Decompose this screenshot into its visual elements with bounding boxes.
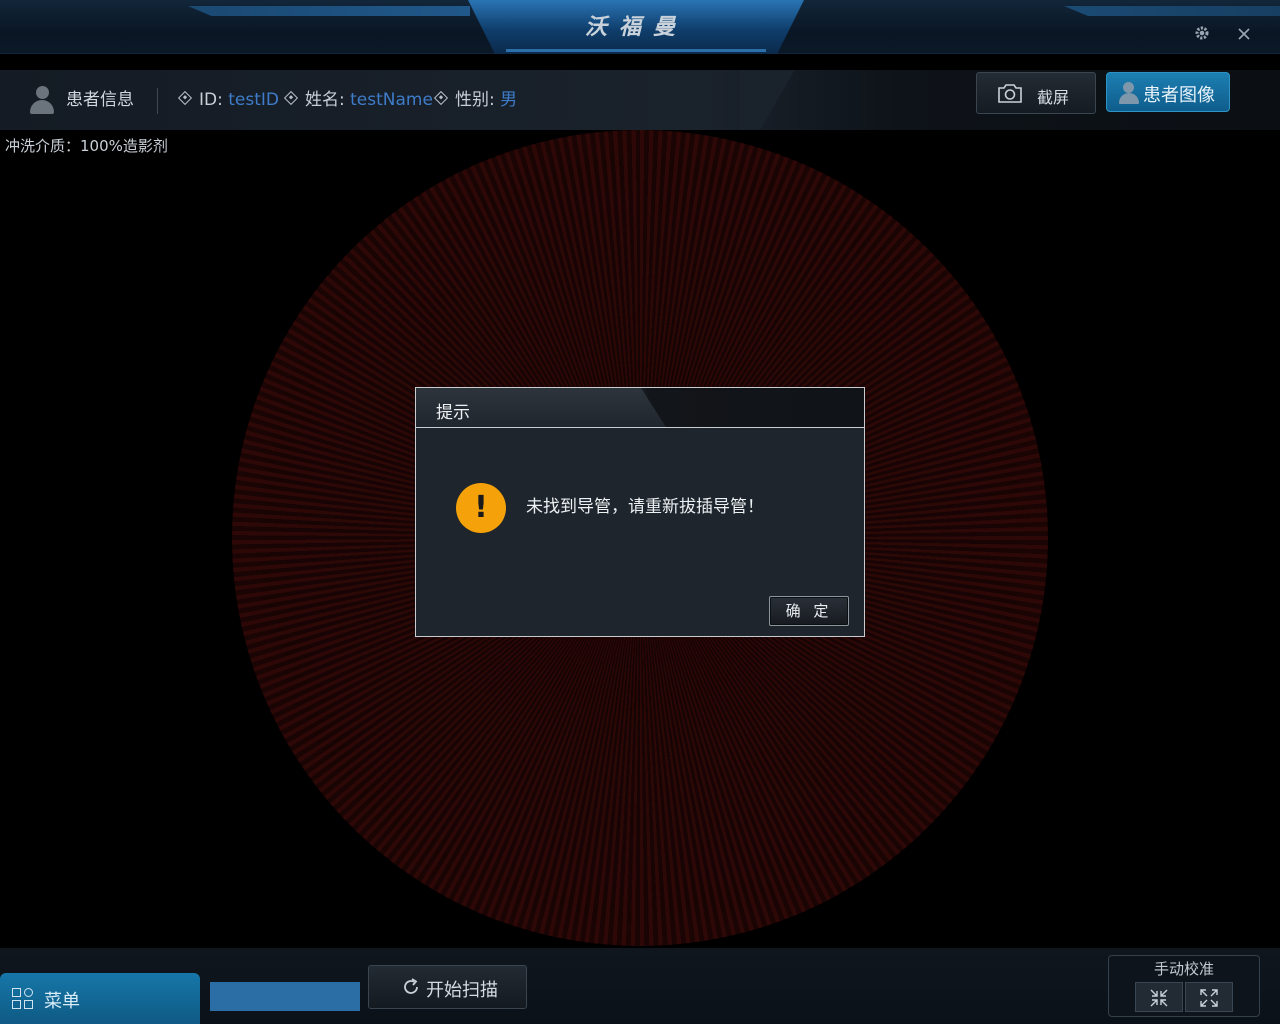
diamond-icon (283, 90, 299, 106)
camera-icon (997, 82, 1023, 104)
start-scan-button[interactable]: 开始扫描 (368, 965, 527, 1009)
diamond-icon (177, 90, 193, 106)
dialog-message: 未找到导管，请重新拔插导管！ (526, 497, 764, 517)
user-icon (1119, 82, 1139, 104)
manual-calibration-panel: 手动校准 (1108, 955, 1260, 1017)
calibrate-expand-button[interactable] (1185, 982, 1233, 1012)
patient-name-label: 姓名: (305, 90, 345, 110)
user-icon (30, 86, 54, 114)
app-title: 沃福曼 (584, 15, 687, 40)
patient-image-button[interactable]: 患者图像 (1106, 72, 1230, 112)
expand-icon (1200, 989, 1218, 1007)
calibrate-shrink-button[interactable] (1135, 982, 1183, 1012)
title-bar-decoration-right (800, 6, 1280, 16)
flush-medium-label: 冲洗介质：100%造影剂 (5, 137, 168, 155)
alert-dialog: 提示 ! 未找到导管，请重新拔插导管！ 确 定 (415, 387, 865, 637)
title-bar-decoration-left (0, 6, 470, 16)
patient-id-value: testID (228, 90, 280, 110)
warning-icon: ! (456, 483, 506, 533)
patient-sex-value: 男 (500, 90, 518, 110)
gear-icon[interactable] (1190, 24, 1214, 48)
scan-progress-bar (210, 982, 360, 1011)
ok-button[interactable]: 确 定 (769, 596, 849, 626)
patient-info-heading: 患者信息 (66, 90, 134, 110)
screenshot-label: 截屏 (1037, 88, 1070, 107)
patient-id: ID: testID (177, 70, 280, 130)
dialog-header: 提示 (416, 388, 864, 428)
close-icon[interactable] (1232, 24, 1256, 48)
refresh-icon (401, 977, 421, 997)
scan-progress-fill (210, 982, 360, 1011)
patient-name-value: testName (350, 90, 433, 110)
title-bar: 沃福曼 (0, 0, 1280, 54)
collapse-icon (1150, 989, 1168, 1007)
dialog-title: 提示 (436, 403, 470, 423)
divider (157, 88, 158, 114)
patient-sex: 性别: 男 (433, 70, 518, 130)
patient-name: 姓名: testName (283, 70, 433, 130)
patient-sex-label: 性别: (455, 90, 495, 110)
diamond-icon (433, 90, 449, 106)
start-scan-label: 开始扫描 (426, 980, 498, 1001)
menu-button[interactable]: 菜单 (0, 973, 200, 1024)
patient-id-label: ID: (199, 90, 223, 110)
grid-icon (12, 988, 34, 1010)
screenshot-button[interactable]: 截屏 (976, 72, 1096, 114)
manual-calibration-label: 手动校准 (1153, 960, 1214, 978)
patient-image-label: 患者图像 (1143, 85, 1215, 106)
app-logo-tab: 沃福曼 (468, 0, 804, 54)
menu-label: 菜单 (44, 991, 80, 1012)
